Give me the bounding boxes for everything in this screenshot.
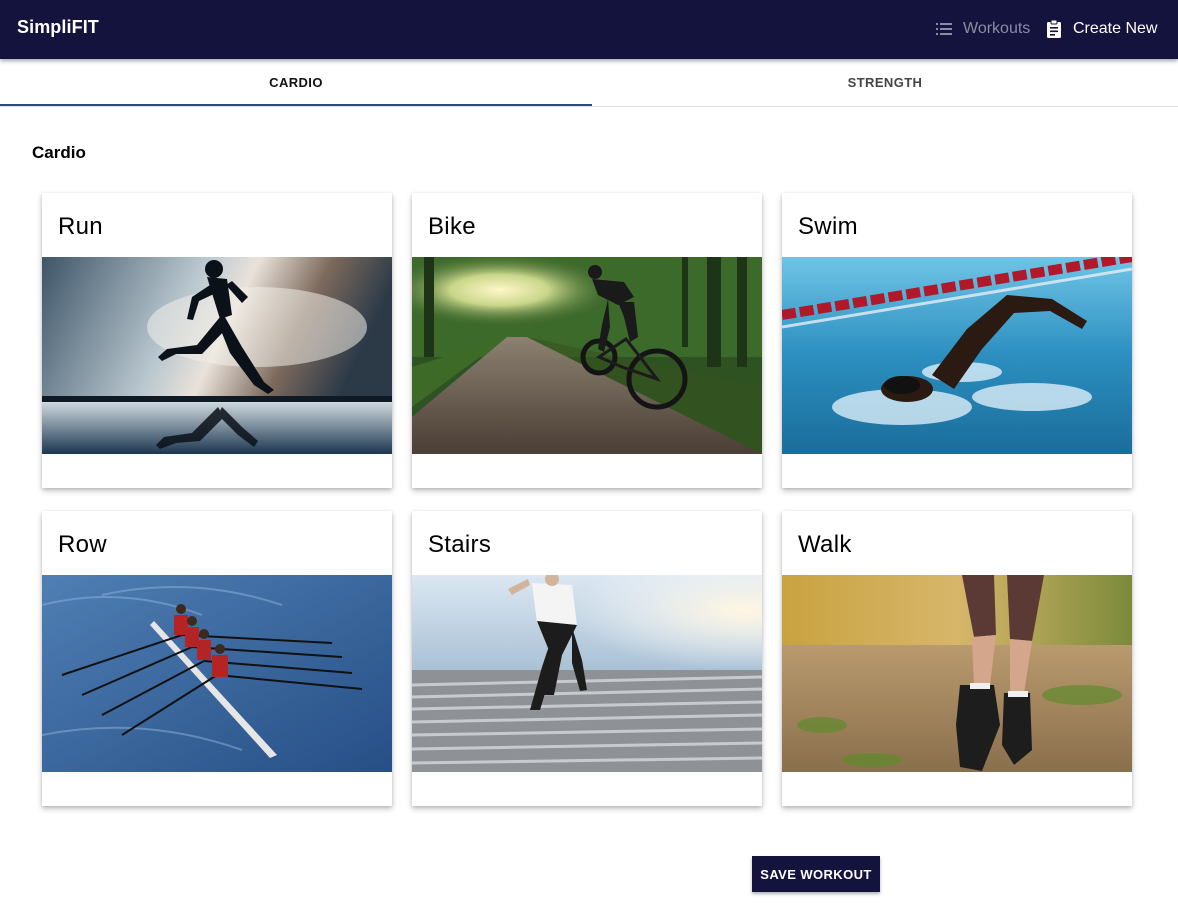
runner-silhouette-image — [42, 257, 392, 454]
card-title: Row — [58, 531, 107, 558]
nav-create-new-label: Create New — [1073, 20, 1158, 37]
forest-cyclist-image — [412, 257, 762, 454]
workout-card-row[interactable]: Row — [42, 511, 392, 806]
workout-card-walk[interactable]: Walk — [782, 511, 1132, 806]
tab-strength[interactable]: STRENGTH — [592, 59, 1178, 106]
tab-cardio[interactable]: CARDIO — [0, 59, 592, 106]
workout-card-run[interactable]: Run — [42, 193, 392, 488]
app-bar: SimpliFIT Workouts Create New — [0, 0, 1178, 59]
save-workout-button[interactable]: SAVE WORKOUT — [752, 856, 880, 892]
card-title: Walk — [798, 531, 852, 558]
workout-card-stairs[interactable]: Stairs — [412, 511, 762, 806]
nav-workouts-button[interactable]: Workouts — [936, 16, 1030, 42]
card-title: Bike — [428, 213, 476, 240]
pool-swimmer-image — [782, 257, 1132, 454]
section-title: Cardio — [32, 143, 86, 162]
trail-walker-image — [782, 575, 1132, 772]
card-title: Stairs — [428, 531, 492, 558]
rowing-crew-image — [42, 575, 392, 772]
workout-type-tabs: CARDIO STRENGTH — [0, 59, 1178, 107]
nav-create-new-button[interactable]: Create New — [1046, 16, 1157, 42]
workout-card-bike[interactable]: Bike — [412, 193, 762, 488]
list-icon — [936, 23, 952, 35]
tab-active-indicator — [0, 104, 592, 106]
clipboard-icon — [1047, 20, 1061, 38]
card-title: Run — [58, 213, 103, 240]
stair-runner-image — [412, 575, 762, 772]
app-brand[interactable]: SimpliFIT — [17, 17, 99, 38]
card-title: Swim — [798, 213, 858, 240]
nav-workouts-label: Workouts — [963, 20, 1031, 37]
workout-card-swim[interactable]: Swim — [782, 193, 1132, 488]
